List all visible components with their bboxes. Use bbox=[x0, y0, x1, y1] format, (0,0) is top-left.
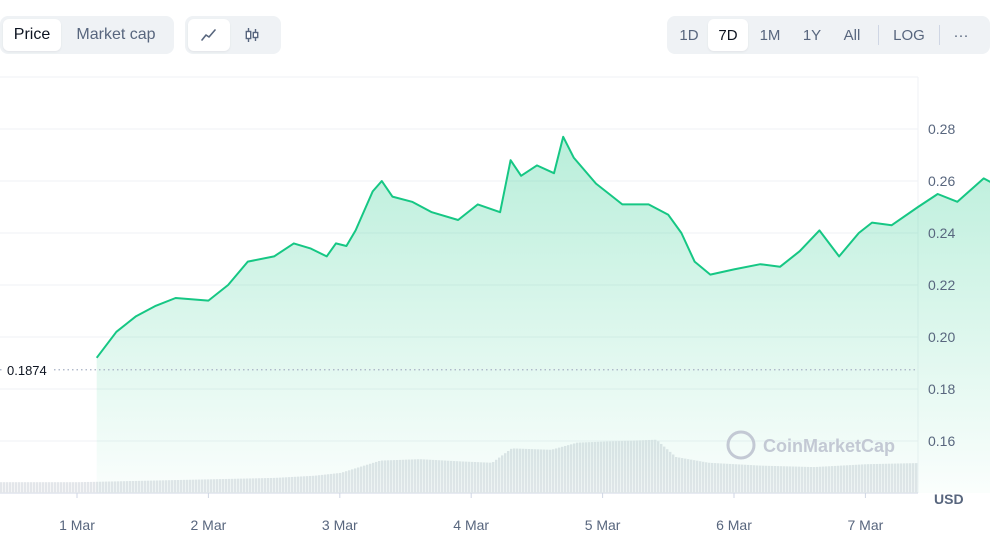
x-tick-label: 3 Mar bbox=[322, 517, 358, 533]
volume-bar bbox=[78, 482, 81, 493]
x-tick-label: 2 Mar bbox=[191, 517, 227, 533]
volume-bar bbox=[57, 482, 60, 493]
volume-bar bbox=[81, 482, 84, 493]
toolbar-divider bbox=[878, 25, 879, 45]
volume-bar bbox=[90, 481, 93, 493]
y-tick-label: 0.26 bbox=[928, 173, 955, 189]
x-tick-label: 1 Mar bbox=[59, 517, 95, 533]
volume-bar bbox=[87, 481, 90, 493]
volume-bar bbox=[51, 482, 54, 493]
x-tick-label: 5 Mar bbox=[585, 517, 621, 533]
watermark-text: CoinMarketCap bbox=[763, 436, 895, 456]
volume-bar bbox=[66, 482, 69, 493]
range-1y-button[interactable]: 1Y bbox=[792, 19, 832, 51]
toolbar-divider bbox=[939, 25, 940, 45]
volume-bar bbox=[30, 482, 33, 493]
price-chart: 0.1874 0.16 0.18 0.20 0.22 0.24 0.26 0.28 USD 1 … bbox=[0, 76, 990, 533]
line-chart-button[interactable] bbox=[188, 19, 230, 51]
volume-bar bbox=[15, 482, 18, 493]
volume-bar bbox=[54, 482, 57, 493]
y-tick-label: 0.28 bbox=[928, 121, 955, 137]
x-tick-label: 7 Mar bbox=[848, 517, 884, 533]
volume-bar bbox=[93, 481, 96, 493]
volume-bar bbox=[33, 482, 36, 493]
time-range-toggle: 1D 7D 1M 1Y All LOG ··· bbox=[667, 16, 990, 54]
candlestick-button[interactable] bbox=[230, 19, 274, 51]
volume-bar bbox=[69, 482, 72, 493]
x-tick-label: 4 Mar bbox=[453, 517, 489, 533]
volume-bar bbox=[42, 482, 45, 493]
price-tab[interactable]: Price bbox=[3, 19, 61, 51]
volume-bar bbox=[63, 482, 66, 493]
line-chart-icon bbox=[201, 29, 216, 41]
volume-bar bbox=[39, 482, 42, 493]
chart-style-toggle bbox=[185, 16, 281, 54]
currency-label: USD bbox=[934, 491, 964, 507]
volume-bar bbox=[72, 482, 75, 493]
more-options-button[interactable]: ··· bbox=[946, 19, 976, 51]
y-tick-label: 0.20 bbox=[928, 329, 955, 345]
range-1d-button[interactable]: 1D bbox=[670, 19, 708, 51]
y-tick-label: 0.24 bbox=[928, 225, 955, 241]
reference-price-label: 0.1874 bbox=[7, 363, 47, 378]
x-tick-label: 6 Mar bbox=[716, 517, 752, 533]
y-tick-label: 0.16 bbox=[928, 433, 955, 449]
volume-bar bbox=[9, 482, 12, 493]
volume-bar bbox=[45, 482, 48, 493]
range-7d-button[interactable]: 7D bbox=[708, 19, 748, 51]
volume-bar bbox=[12, 482, 15, 493]
volume-bar bbox=[48, 482, 51, 493]
range-1m-button[interactable]: 1M bbox=[748, 19, 792, 51]
volume-bar bbox=[84, 482, 87, 493]
volume-bar bbox=[6, 482, 9, 493]
volume-bar bbox=[3, 482, 6, 493]
volume-bar bbox=[60, 482, 63, 493]
log-scale-button[interactable]: LOG bbox=[885, 19, 933, 51]
volume-bar bbox=[18, 482, 21, 493]
volume-bar bbox=[0, 482, 3, 493]
volume-bar bbox=[24, 482, 27, 493]
volume-bar bbox=[21, 482, 24, 493]
chart-type-toggle: Price Market cap bbox=[0, 16, 174, 54]
range-all-button[interactable]: All bbox=[832, 19, 872, 51]
y-tick-label: 0.22 bbox=[928, 277, 955, 293]
candlestick-icon bbox=[245, 28, 259, 42]
market-cap-tab[interactable]: Market cap bbox=[61, 19, 171, 51]
volume-bar bbox=[27, 482, 30, 493]
volume-bar bbox=[36, 482, 39, 493]
volume-bar bbox=[75, 482, 78, 493]
y-tick-label: 0.18 bbox=[928, 381, 955, 397]
